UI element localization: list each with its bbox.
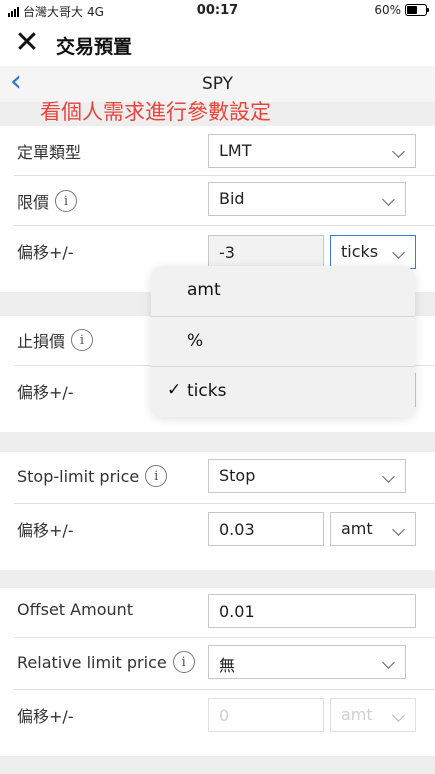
relative-offset-unit: amt <box>341 705 373 724</box>
status-bar: 台灣大哥大 4G 00:17 60% <box>0 0 435 22</box>
stop-limit-offset-label: 偏移+/- <box>17 521 74 540</box>
stop-limit-price-value: Stop <box>219 466 256 485</box>
offset-amount-label: Offset Amount <box>17 600 134 619</box>
relative-offset-input: 0 <box>208 698 324 732</box>
stop-limit-offset-unit-select[interactable]: amt <box>330 512 416 546</box>
limit-offset-label: 偏移+/- <box>17 243 74 262</box>
chevron-down-icon <box>392 523 405 536</box>
section-divider <box>0 570 435 588</box>
relative-offset-unit-select: amt <box>330 698 416 732</box>
dropdown-item-ticks[interactable]: ✓ ticks <box>151 367 415 417</box>
relative-limit-price-label: Relative limit price <box>17 652 167 672</box>
info-icon[interactable]: i <box>55 190 78 212</box>
relative-limit-price-row: Relative limit price i 無 <box>0 638 435 690</box>
stop-limit-price-select[interactable]: Stop <box>208 459 406 493</box>
offset-amount-input[interactable]: 0.01 <box>208 594 416 628</box>
chevron-down-icon <box>392 246 405 259</box>
order-type-label: 定單類型 <box>17 143 82 162</box>
limit-price-select[interactable]: Bid <box>208 182 406 216</box>
offset-amount-row: Offset Amount 0.01 <box>0 588 435 638</box>
stop-limit-offset-input[interactable]: 0.03 <box>208 512 324 546</box>
chevron-down-icon <box>382 656 395 669</box>
stop-limit-price-label: Stop-limit price <box>17 466 140 486</box>
stop-limit-offset-row: 偏移+/- 0.03 amt <box>0 504 435 570</box>
stop-offset-label: 偏移+/- <box>17 383 74 402</box>
relative-offset-row: 偏移+/- 0 amt <box>0 690 435 756</box>
info-icon[interactable]: i <box>71 329 94 351</box>
order-type-select[interactable]: LMT <box>208 134 416 168</box>
relative-limit-price-select[interactable]: 無 <box>208 645 406 679</box>
offset-amount-value: 0.01 <box>219 602 255 621</box>
chevron-down-icon <box>392 709 405 722</box>
chevron-down-icon <box>392 145 405 158</box>
chevron-down-icon <box>382 193 395 206</box>
symbol-title: SPY <box>201 74 234 94</box>
limit-offset-input[interactable]: -3 <box>208 235 324 269</box>
relative-offset-label: 偏移+/- <box>17 707 74 726</box>
relative-offset-placeholder: 0 <box>219 706 230 725</box>
dropdown-item-percent[interactable]: % <box>151 317 415 367</box>
section-divider <box>0 756 435 774</box>
stop-limit-offset-value: 0.03 <box>219 520 255 539</box>
stop-price-label: 止損價 <box>17 332 66 351</box>
limit-price-value: Bid <box>219 189 245 208</box>
battery-icon <box>405 4 429 16</box>
close-icon[interactable]: ✕ <box>12 28 42 58</box>
order-type-value: LMT <box>219 141 252 160</box>
dropdown-item-amt[interactable]: amt <box>151 266 415 316</box>
limit-price-label: 限價 <box>17 193 50 212</box>
unit-dropdown-menu: amt % ✓ ticks <box>151 266 415 417</box>
limit-offset-unit-select[interactable]: ticks <box>330 235 416 269</box>
info-icon[interactable]: i <box>172 651 195 673</box>
section-divider <box>0 432 435 452</box>
clock: 00:17 <box>196 3 239 18</box>
order-type-row: 定單類型 LMT <box>0 126 435 176</box>
limit-offset-unit: ticks <box>341 242 379 261</box>
title-bar: ✕ 交易預置 <box>0 24 435 66</box>
relative-limit-price-value: 無 <box>219 656 236 675</box>
check-icon: ✓ <box>167 380 182 400</box>
info-icon[interactable]: i <box>145 465 168 487</box>
stop-limit-offset-unit: amt <box>341 519 373 538</box>
limit-price-row: 限價 i Bid <box>0 176 435 226</box>
battery-percent: 60% <box>374 3 401 17</box>
chevron-down-icon <box>382 470 395 483</box>
page-title: 交易預置 <box>56 36 133 58</box>
annotation-note: 看個人需求進行參數設定 <box>40 100 271 124</box>
stop-limit-price-row: Stop-limit price i Stop <box>0 452 435 504</box>
limit-offset-value: -3 <box>219 243 235 262</box>
